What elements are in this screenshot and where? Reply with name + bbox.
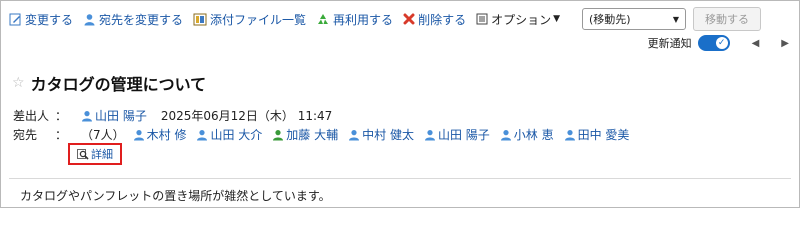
notify-label: 更新通知 bbox=[647, 37, 692, 50]
recipient-link[interactable]: 加藤 大輔 bbox=[272, 126, 338, 143]
magnifier-icon bbox=[77, 148, 89, 160]
edit-icon bbox=[9, 13, 22, 26]
title-row: ☆ カタログの管理について bbox=[12, 71, 206, 95]
sender-row: 差出人 ： 山田 陽子 2025年06月12日（木） 11:47 bbox=[13, 106, 639, 125]
recipient-name: 小林 恵 bbox=[513, 128, 554, 142]
user-icon bbox=[564, 129, 576, 141]
user-icon bbox=[500, 129, 512, 141]
recipient-detail-button[interactable]: 詳細 bbox=[68, 143, 122, 165]
sender-separator: ： bbox=[55, 109, 68, 123]
sender-label: 差出人 bbox=[13, 109, 50, 123]
recipient-name: 中村 健太 bbox=[362, 128, 414, 142]
recipient-link[interactable]: 山田 陽子 bbox=[424, 126, 490, 143]
recipient-name: 加藤 大輔 bbox=[286, 128, 339, 142]
user-icon bbox=[133, 129, 145, 141]
change-recipients-label: 宛先を変更する bbox=[99, 12, 184, 27]
user-icon bbox=[196, 129, 208, 141]
recipient-link[interactable]: 木村 修 bbox=[133, 126, 187, 143]
user-icon bbox=[424, 129, 436, 141]
message-body: カタログやパンフレットの置き場所が雑然としています。 bbox=[20, 189, 331, 203]
recipient-link[interactable]: 中村 健太 bbox=[348, 126, 414, 143]
recipient-link[interactable]: 山田 大介 bbox=[196, 126, 262, 143]
notify-toggle[interactable]: ✓ bbox=[697, 35, 730, 51]
options-icon bbox=[476, 13, 488, 25]
sent-date: 2025年06月12日（木） 11:47 bbox=[160, 109, 333, 123]
reuse-button[interactable]: 再利用する bbox=[316, 11, 393, 28]
message-meta: 差出人 ： 山田 陽子 2025年06月12日（木） 11:47 宛先 ： （7… bbox=[13, 106, 639, 144]
edit-label: 変更する bbox=[25, 12, 74, 27]
recipient-name: 山田 大介 bbox=[210, 128, 263, 142]
recipient-link[interactable]: 小林 恵 bbox=[500, 126, 554, 143]
message-view: 変更する 宛先を変更する 添付ファイル一覧 再利用する 削除する オプション ▼… bbox=[0, 0, 800, 208]
recipients-row: 宛先 ： （7人） 木村 修 山田 大介 加藤 大輔 中村 健太 山田 陽子 小… bbox=[13, 125, 639, 144]
options-label: オプション bbox=[491, 12, 552, 27]
recycle-icon bbox=[316, 13, 330, 26]
user-icon bbox=[81, 110, 93, 122]
delete-icon bbox=[403, 13, 415, 25]
recipients-separator: ： bbox=[55, 128, 68, 142]
attachments-button[interactable]: 添付ファイル一覧 bbox=[193, 11, 306, 28]
recipient-count: （7人） bbox=[81, 128, 125, 142]
recipient-name: 木村 修 bbox=[146, 128, 187, 142]
previous-arrow-icon[interactable]: ◀ bbox=[752, 38, 760, 49]
recipient-link[interactable]: 田中 愛美 bbox=[564, 126, 630, 143]
star-icon[interactable]: ☆ bbox=[12, 75, 25, 91]
move-button-label: 移動する bbox=[705, 13, 750, 26]
page-title: カタログの管理について bbox=[30, 75, 207, 94]
recipient-name: 田中 愛美 bbox=[577, 128, 630, 142]
chevron-down-icon: ▼ bbox=[672, 14, 680, 24]
update-notification: 更新通知 ✓ ◀ ▶ bbox=[648, 34, 789, 52]
change-recipients-button[interactable]: 宛先を変更する bbox=[83, 11, 183, 28]
move-destination-value: (移動先) bbox=[589, 13, 631, 26]
attachments-label: 添付ファイル一覧 bbox=[210, 12, 307, 27]
toolbar: 変更する 宛先を変更する 添付ファイル一覧 再利用する 削除する オプション ▼… bbox=[9, 7, 791, 31]
move-destination-select[interactable]: (移動先) ▼ bbox=[582, 8, 687, 30]
user-icon bbox=[83, 13, 96, 26]
edit-button[interactable]: 変更する bbox=[9, 11, 73, 28]
detail-label: 詳細 bbox=[91, 148, 113, 161]
delete-button[interactable]: 削除する bbox=[403, 11, 466, 28]
recipients-label: 宛先 bbox=[13, 128, 38, 142]
delete-label: 削除する bbox=[418, 12, 467, 27]
chevron-down-icon: ▼ bbox=[553, 14, 561, 24]
user-icon bbox=[348, 129, 360, 141]
check-icon: ✓ bbox=[715, 37, 728, 49]
user-icon bbox=[272, 129, 284, 141]
next-arrow-icon[interactable]: ▶ bbox=[781, 38, 789, 49]
move-button[interactable]: 移動する bbox=[693, 7, 762, 31]
sender-name: 山田 陽子 bbox=[95, 109, 147, 123]
recipient-name: 山田 陽子 bbox=[437, 128, 490, 142]
sender-link[interactable]: 山田 陽子 bbox=[81, 107, 147, 124]
reuse-label: 再利用する bbox=[333, 12, 394, 27]
divider bbox=[9, 178, 791, 179]
attachment-list-icon bbox=[193, 13, 207, 26]
options-menu[interactable]: オプション ▼ bbox=[476, 11, 560, 28]
